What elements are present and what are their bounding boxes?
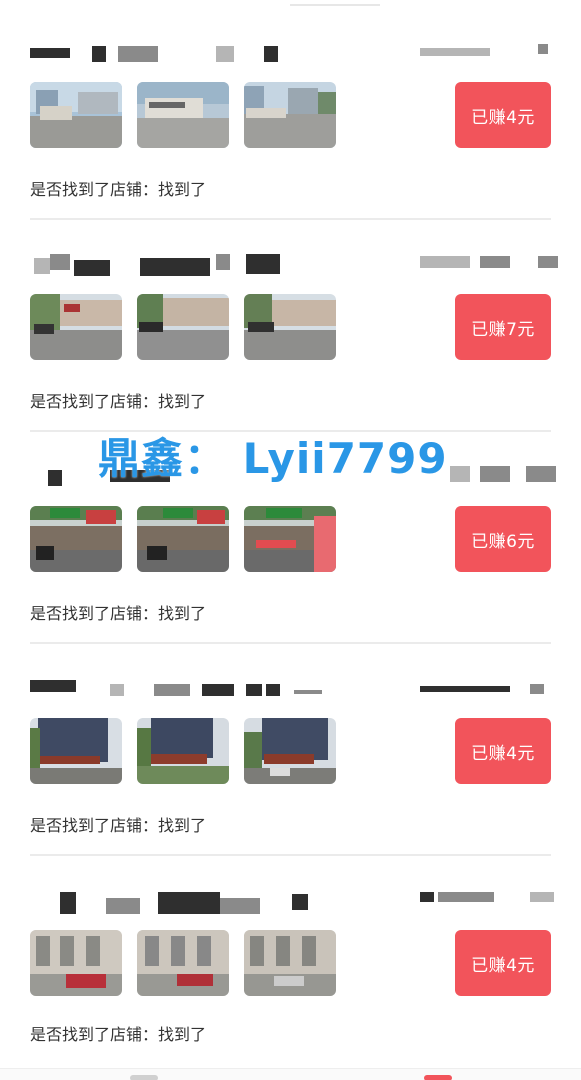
store-found-question: 是否找到了店铺：找到了	[30, 176, 206, 200]
question-label: 是否找到了店铺：	[30, 1025, 159, 1044]
question-label: 是否找到了店铺：	[30, 392, 159, 411]
question-label: 是否找到了店铺：	[30, 180, 159, 199]
store-photo-thumbnail[interactable]	[137, 82, 229, 148]
question-label: 是否找到了店铺：	[30, 816, 159, 835]
reward-button[interactable]: 已赚4元	[455, 930, 551, 996]
top-edge	[290, 4, 380, 6]
store-photo-thumbnail[interactable]	[244, 82, 336, 148]
tab-icon-active[interactable]	[424, 1075, 452, 1080]
reward-button[interactable]: 已赚6元	[455, 506, 551, 572]
store-photo-thumbnail[interactable]	[30, 506, 122, 572]
task-card[interactable]: 已赚7元 是否找到了店铺：找到了	[0, 242, 581, 454]
bottom-tab-bar	[0, 1068, 581, 1080]
store-photo-thumbnail[interactable]	[137, 718, 229, 784]
reward-button[interactable]: 已赚4元	[455, 718, 551, 784]
task-list-page: 已赚4元 是否找到了店铺：找到了 已赚7元 是否找到了店铺：找到了 已赚6元 是…	[0, 0, 581, 1080]
card-divider	[30, 218, 551, 220]
task-title-redacted	[30, 248, 558, 288]
store-photo-thumbnail[interactable]	[30, 930, 122, 996]
store-photo-thumbnail[interactable]	[30, 294, 122, 360]
store-photo-thumbnail[interactable]	[137, 294, 229, 360]
store-photo-thumbnail[interactable]	[244, 930, 336, 996]
question-answer: 找到了	[158, 180, 207, 199]
store-photo-thumbnail[interactable]	[244, 506, 336, 572]
store-photo-thumbnail[interactable]	[244, 718, 336, 784]
reward-button[interactable]: 已赚7元	[455, 294, 551, 360]
card-divider	[30, 854, 551, 856]
question-label: 是否找到了店铺：	[30, 604, 159, 623]
card-divider	[30, 642, 551, 644]
task-title-redacted	[30, 672, 551, 712]
store-found-question: 是否找到了店铺：找到了	[30, 600, 206, 624]
task-title-redacted	[30, 884, 554, 924]
store-photo-thumbnail[interactable]	[137, 930, 229, 996]
task-card[interactable]: 已赚4元 是否找到了店铺：找到了	[0, 30, 581, 242]
task-title-redacted	[30, 40, 551, 80]
store-photo-thumbnail[interactable]	[137, 506, 229, 572]
question-answer: 找到了	[158, 816, 207, 835]
store-photo-thumbnail[interactable]	[30, 718, 122, 784]
tab-icon[interactable]	[130, 1075, 158, 1080]
question-answer: 找到了	[158, 604, 207, 623]
store-photo-thumbnail[interactable]	[30, 82, 122, 148]
question-answer: 找到了	[158, 1025, 207, 1044]
reward-button[interactable]: 已赚4元	[455, 82, 551, 148]
store-found-question: 是否找到了店铺：找到了	[30, 1021, 206, 1045]
task-card[interactable]: 已赚4元 是否找到了店铺：找到了	[0, 666, 581, 878]
task-card[interactable]: 已赚4元 是否找到了店铺：找到了	[0, 878, 581, 1080]
question-answer: 找到了	[158, 392, 207, 411]
watermark-overlay: 鼎鑫： Lyii7799	[98, 434, 448, 483]
store-found-question: 是否找到了店铺：找到了	[30, 812, 206, 836]
store-found-question: 是否找到了店铺：找到了	[30, 388, 206, 412]
store-photo-thumbnail[interactable]	[244, 294, 336, 360]
